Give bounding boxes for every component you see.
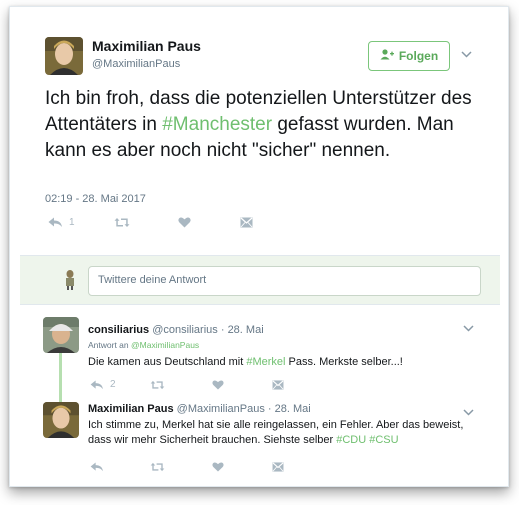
heart-icon [212,462,224,472]
author-handle[interactable]: @MaximilianPaus [177,403,265,415]
retweet-icon [150,462,165,472]
hashtag-link[interactable]: #CSU [369,434,398,446]
like-button[interactable] [212,462,272,472]
author-name[interactable]: consiliarius [88,324,149,336]
reply-text-part: Pass. Merkste selber...! [285,356,403,368]
tweet-actions: 1 [48,217,253,228]
avatar[interactable] [43,402,79,438]
reply-input[interactable]: Twittere deine Antwort [88,266,481,296]
reply-header: consiliarius @consiliarius · 28. Mai [88,324,264,336]
direct-message-button[interactable] [272,379,284,390]
reply-button[interactable]: 1 [48,217,114,228]
reply-icon [90,379,104,390]
chevron-down-icon[interactable] [463,323,474,335]
reply-header: Maximilian Paus @MaximilianPaus · 28. Ma… [88,403,311,415]
reply-to-handle[interactable]: @MaximilianPaus [131,340,199,350]
author-handle[interactable]: @MaximilianPaus [92,58,180,70]
author-name[interactable]: Maximilian Paus [92,38,201,54]
retweet-icon [114,217,130,228]
chevron-down-icon[interactable] [463,407,474,419]
reply-button[interactable] [90,462,150,472]
direct-message-icon [272,379,284,390]
like-button[interactable] [212,379,272,390]
direct-message-button[interactable] [272,462,284,472]
author-handle[interactable]: @consiliarius [152,324,218,336]
follow-button[interactable]: Folgen [368,41,450,71]
main-tweet: Maximilian Paus @MaximilianPaus Folgen I… [10,7,508,260]
hashtag-link[interactable]: #Manchester [162,114,272,135]
hashtag-link[interactable]: #CDU [336,434,366,446]
reply-to-label: Antwort an [88,340,129,350]
chevron-down-icon[interactable] [461,49,472,61]
direct-message-button[interactable] [240,217,253,228]
retweet-icon [150,380,165,390]
reply-tweet: Maximilian Paus @MaximilianPaus · 28. Ma… [10,395,508,485]
reply-composer: Twittere deine Antwort [20,255,500,305]
reply-tweet: consiliarius @consiliarius · 28. Mai Ant… [10,305,508,403]
reply-date[interactable]: · 28. Mai [221,324,264,336]
tweet-text: Ich bin froh, dass die potenziellen Unte… [45,86,485,164]
reply-to-line: Antwort an @MaximilianPaus [88,340,199,350]
timestamp[interactable]: 02:19 - 28. Mai 2017 [45,193,146,205]
reply-date[interactable]: · 28. Mai [268,403,311,415]
reply-count: 1 [69,217,75,228]
avatar[interactable] [45,37,83,75]
retweet-button[interactable] [150,380,212,390]
reply-text-part: Die kamen aus Deutschland mit [88,356,247,368]
avatar [60,269,80,291]
tweet-card: Maximilian Paus @MaximilianPaus Folgen I… [9,6,509,487]
follow-label: Folgen [398,49,439,63]
retweet-button[interactable] [114,217,178,228]
reply-icon [48,217,63,228]
hashtag-link[interactable]: #Merkel [246,356,285,368]
heart-icon [212,379,224,390]
reply-text-part: Ich stimme zu, Merkel hat sie alle reing… [88,419,464,446]
heart-icon [178,217,191,228]
author-name[interactable]: Maximilian Paus [88,403,174,415]
direct-message-icon [272,462,284,472]
reply-button[interactable]: 2 [90,379,150,390]
like-button[interactable] [178,217,240,228]
reply-text: Ich stimme zu, Merkel hat sie alle reing… [88,418,488,448]
reply-text: Die kamen aus Deutschland mit #Merkel Pa… [88,355,488,370]
tweet-actions [90,462,284,472]
reply-count: 2 [110,379,116,390]
reply-icon [90,462,104,472]
tweet-actions: 2 [90,379,284,390]
retweet-button[interactable] [150,462,212,472]
add-user-icon [380,49,394,63]
direct-message-icon [240,217,253,228]
avatar[interactable] [43,317,79,353]
